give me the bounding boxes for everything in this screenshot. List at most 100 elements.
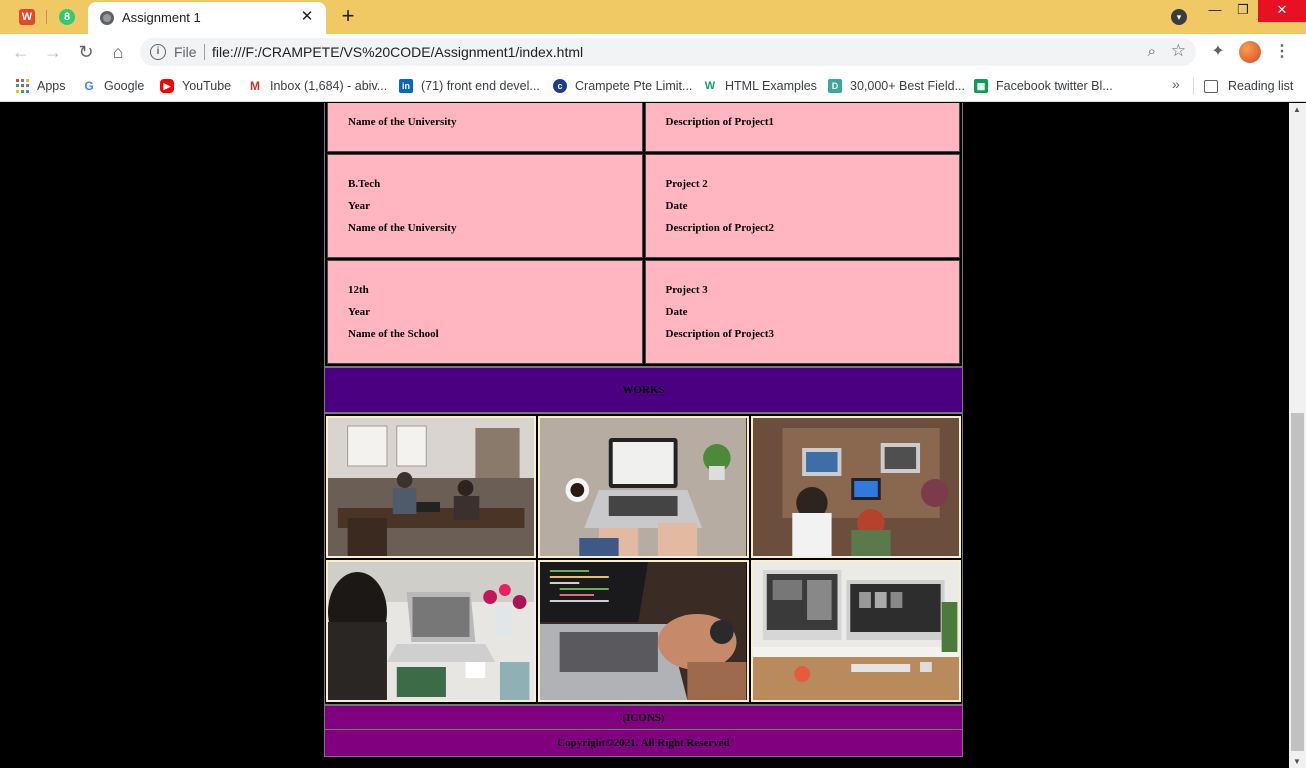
profile-avatar[interactable] (1239, 41, 1261, 63)
tab-strip: W 8 Assignment 1 ✕ + ▾ — ❐ ✕ (0, 0, 1306, 34)
project-date: Date (665, 306, 688, 318)
education-cell: Year Name of the University (327, 103, 643, 152)
bookmark-crampete[interactable]: c Crampete Pte Limit... (553, 76, 692, 96)
info-icon[interactable]: i (150, 44, 166, 60)
table-row: 12th Year Name of the School Project 3 D… (327, 260, 960, 364)
table-row: B.Tech Year Name of the University Proje… (327, 154, 960, 258)
sheets-icon: ▦ (974, 79, 988, 93)
office-meeting-image (328, 418, 535, 556)
bookmark-youtube[interactable]: ▶ YouTube (160, 76, 231, 96)
gallery-photo-team-laptops[interactable] (750, 416, 961, 558)
education-degree: B.Tech (348, 178, 381, 190)
crampete-icon: c (553, 79, 567, 93)
bookmarks-separator (1193, 78, 1194, 94)
linkedin-icon: in (399, 79, 413, 93)
active-tab[interactable]: Assignment 1 ✕ (88, 2, 326, 34)
url-text[interactable]: file:///F:/CRAMPETE/VS%20CODE/Assignment… (212, 44, 583, 60)
new-tab-button[interactable]: + (336, 5, 360, 29)
gallery-photo-coding-laptop[interactable] (538, 560, 749, 702)
bookmark-gmail[interactable]: M Inbox (1,684) - abiv... (248, 76, 387, 96)
bookmark-label: Crampete Pte Limit... (575, 79, 693, 93)
w-app-icon: W (19, 9, 35, 25)
bookmark-label: HTML Examples (725, 79, 817, 93)
bookmark-label: Inbox (1,684) - abiv... (270, 79, 388, 93)
bookmark-google[interactable]: G Google (82, 76, 144, 96)
page-scrollbar[interactable]: ▲ ▼ (1289, 103, 1306, 768)
education-institution: Name of the University (348, 222, 457, 234)
education-cell: B.Tech Year Name of the University (327, 154, 643, 258)
bookmark-html-examples[interactable]: W HTML Examples (703, 76, 817, 96)
project-cell: Project 3 Date Description of Project3 (644, 260, 960, 364)
gallery-photo-laptop-coffee[interactable] (538, 416, 749, 558)
project-cell: Project 2 Date Description of Project2 (644, 154, 960, 258)
education-year: Year (348, 306, 370, 318)
gallery-photo-office-meeting[interactable] (326, 416, 537, 558)
omnibox-divider (204, 44, 205, 60)
education-degree: 12th (348, 284, 369, 296)
address-bar[interactable]: i File file:///F:/CRAMPETE/VS%20CODE/Ass… (140, 38, 1196, 66)
woman-laptop-flowers-image (328, 562, 535, 700)
bookmark-best-field[interactable]: D 30,000+ Best Field... (828, 76, 965, 96)
project-description: Description of Project2 (665, 222, 775, 234)
apps-grid-icon (15, 79, 29, 93)
bookmarks-bar: Apps G Google ▶ YouTube M Inbox (1,684) … (0, 70, 1306, 102)
education-year: Year (348, 103, 642, 111)
bookmark-label: 30,000+ Best Field... (850, 79, 966, 93)
more-bookmarks-icon[interactable]: » (1172, 76, 1180, 92)
bookmark-label: Facebook twitter Bl... (996, 79, 1113, 93)
bookmark-star-icon[interactable]: ☆ (1171, 41, 1186, 61)
team-laptops-image (752, 418, 959, 556)
imac-desk-image (752, 562, 959, 700)
project-title: Project 2 (665, 178, 708, 190)
project-description: Description of Project3 (665, 328, 775, 340)
pinned-tab-w[interactable]: W (16, 6, 38, 28)
reload-icon[interactable]: ↻ (74, 40, 98, 64)
project-description: Description of Project1 (665, 116, 775, 128)
tab-close-icon[interactable]: ✕ (298, 8, 316, 26)
page-viewport: Year Name of the University Date Descrip… (0, 103, 1289, 768)
close-window-button[interactable]: ✕ (1258, 0, 1306, 22)
scroll-up-arrow-icon[interactable]: ▲ (1293, 105, 1301, 114)
forward-arrow-icon[interactable]: → (41, 40, 65, 64)
zoom-icon[interactable]: ⌕ (1148, 43, 1156, 60)
icons-footer-bar: (ICONS) (324, 705, 963, 730)
laptop-coffee-image (540, 418, 747, 556)
minimize-button[interactable]: — (1200, 0, 1230, 22)
scrollbar-thumb[interactable] (1291, 413, 1304, 751)
green-app-icon: 8 (59, 9, 75, 25)
education-institution: Name of the School (348, 328, 439, 340)
works-gallery (324, 413, 963, 705)
extensions-puzzle-icon[interactable]: ✦ (1208, 42, 1228, 62)
scroll-down-arrow-icon[interactable]: ▼ (1293, 757, 1301, 766)
reading-list-icon (1204, 79, 1218, 93)
education-cell: 12th Year Name of the School (327, 260, 643, 364)
pinned-tab-8[interactable]: 8 (56, 6, 78, 28)
browser-toolbar: ← → ↻ ⌂ i File file:///F:/CRAMPETE/VS%20… (0, 34, 1306, 70)
tab-title: Assignment 1 (122, 10, 201, 25)
kebab-menu-icon[interactable]: ⋮ (1272, 41, 1292, 63)
bookmark-linkedin[interactable]: in (71) front end devel... (399, 76, 540, 96)
bookmark-apps[interactable]: Apps (15, 76, 66, 96)
gallery-photo-woman-laptop-flowers[interactable] (326, 560, 537, 702)
home-icon[interactable]: ⌂ (106, 40, 130, 64)
tab-search-icon[interactable]: ▾ (1171, 9, 1187, 25)
w3schools-icon: W (703, 79, 717, 93)
bookmark-label: Google (104, 79, 145, 93)
coding-laptop-image (540, 562, 747, 700)
youtube-icon: ▶ (160, 79, 174, 93)
gallery-photo-imac-desk[interactable] (750, 560, 961, 702)
globe-icon (100, 11, 114, 25)
works-heading: WORKS (324, 367, 963, 413)
dribbble-icon: D (828, 79, 842, 93)
scheme-label: File (174, 44, 197, 60)
back-arrow-icon[interactable]: ← (9, 40, 33, 64)
education-projects-table: Year Name of the University Date Descrip… (324, 103, 963, 367)
project-date: Date (666, 103, 960, 111)
google-icon: G (82, 79, 96, 93)
project-cell: Date Description of Project1 (644, 103, 960, 152)
bookmark-facebook-twitter[interactable]: ▦ Facebook twitter Bl... (974, 76, 1113, 96)
reading-list-button[interactable]: Reading list (1204, 76, 1293, 96)
restore-button[interactable]: ❐ (1228, 0, 1258, 22)
bookmark-label: YouTube (182, 79, 232, 93)
page-container: Year Name of the University Date Descrip… (324, 103, 963, 757)
